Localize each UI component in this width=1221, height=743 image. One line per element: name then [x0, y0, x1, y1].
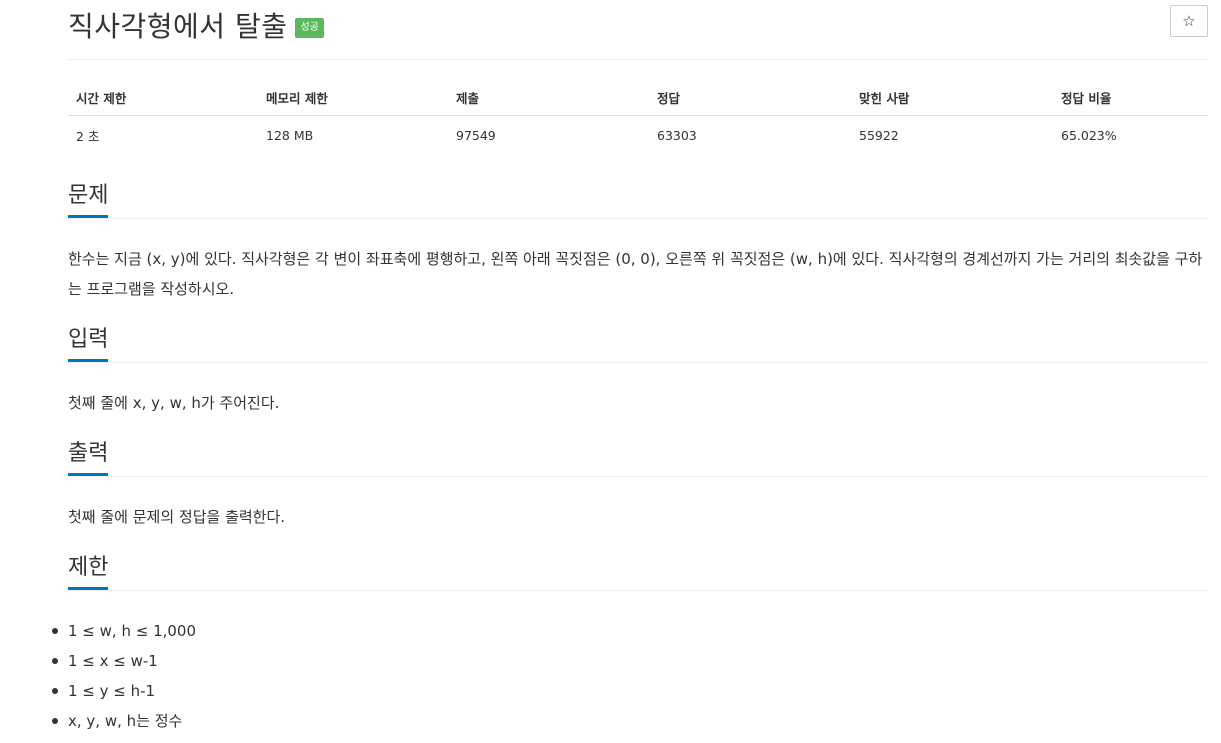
value-submissions[interactable]: 97549 — [448, 116, 649, 154]
list-item: x, y, w, h는 정수 — [52, 706, 196, 736]
info-value-row: 2 초 128 MB 97549 63303 55922 65.023% — [68, 116, 1208, 154]
problem-content: 직사각형에서 탈출 성공 ☆ 시간 제한 메모리 제한 제출 정답 맞힌 사람 … — [52, 0, 1208, 730]
bullet-icon — [52, 688, 58, 694]
value-memory-limit: 128 MB — [266, 128, 314, 143]
section-output-title: 출력 — [68, 440, 109, 476]
input-description: 첫째 줄에 x, y, w, h가 주어진다. — [68, 394, 280, 412]
section-problem-header: 문제 — [68, 182, 1208, 219]
limits-list: 1 ≤ w, h ≤ 1,000 1 ≤ x ≤ w-1 1 ≤ y ≤ h-1… — [52, 616, 197, 736]
section-limits-header: 제한 — [68, 554, 1208, 591]
info-header-row: 시간 제한 메모리 제한 제출 정답 맞힌 사람 정답 비율 — [68, 80, 1208, 116]
limit-text: 1 ≤ y ≤ h-1 — [68, 682, 156, 700]
header-time-limit: 시간 제한 — [68, 80, 258, 116]
list-item: 1 ≤ x ≤ w-1 — [52, 646, 196, 676]
value-accept-ratio: 65.023% — [1061, 128, 1117, 143]
section-output-header: 출력 — [68, 440, 1208, 477]
problem-description: 한수는 지금 (x, y)에 있다. 직사각형은 각 변이 좌표축에 평행하고,… — [68, 250, 1203, 298]
problem-header: 직사각형에서 탈출 성공 ☆ — [68, 0, 1208, 60]
value-accepted[interactable]: 63303 — [649, 116, 851, 154]
section-problem-title: 문제 — [68, 182, 109, 218]
section-input-title: 입력 — [68, 326, 109, 362]
list-item: 1 ≤ w, h ≤ 1,000 — [52, 616, 197, 646]
header-accepted: 정답 — [649, 80, 851, 116]
limit-text: 1 ≤ w, h ≤ 1,000 — [68, 622, 197, 640]
favorite-button[interactable]: ☆ — [1170, 5, 1208, 37]
limit-text: x, y, w, h는 정수 — [68, 712, 183, 730]
problem-info-table: 시간 제한 메모리 제한 제출 정답 맞힌 사람 정답 비율 2 초 128 M… — [68, 80, 1208, 153]
star-icon: ☆ — [1182, 12, 1196, 30]
value-solved-users[interactable]: 55922 — [851, 116, 1053, 154]
problem-page: 직사각형에서 탈출 성공 ☆ 시간 제한 메모리 제한 제출 정답 맞힌 사람 … — [0, 0, 1221, 743]
title-wrap: 직사각형에서 탈출 성공 — [68, 5, 324, 45]
header-solved-users: 맞힌 사람 — [851, 80, 1053, 116]
bullet-icon — [52, 658, 58, 664]
section-limits-title: 제한 — [68, 554, 109, 590]
problem-title: 직사각형에서 탈출 — [68, 10, 288, 43]
header-submissions: 제출 — [448, 80, 649, 116]
limit-text: 1 ≤ x ≤ w-1 — [68, 652, 158, 670]
bullet-icon — [52, 718, 58, 724]
list-item: 1 ≤ y ≤ h-1 — [52, 676, 196, 706]
section-input-header: 입력 — [68, 326, 1208, 363]
bullet-icon — [52, 628, 58, 634]
value-time-limit: 2 초 — [76, 129, 100, 144]
output-description: 첫째 줄에 문제의 정답을 출력한다. — [68, 508, 286, 526]
status-badge: 성공 — [295, 18, 324, 38]
header-accept-ratio: 정답 비율 — [1053, 80, 1208, 116]
header-memory-limit: 메모리 제한 — [258, 80, 448, 116]
